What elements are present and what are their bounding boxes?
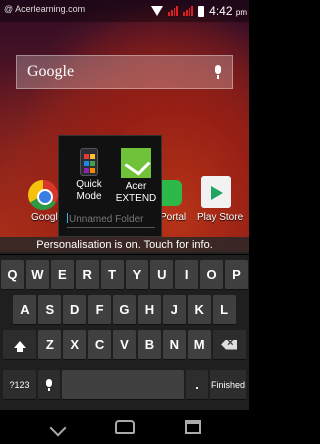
notification-text: @ Acerlearning.com (4, 4, 86, 14)
key-k[interactable]: K (187, 295, 211, 325)
keyboard-row-1: Q W E R T Y U I O P (0, 260, 249, 290)
google-logo-text: Google (27, 63, 75, 80)
key-w[interactable]: W (25, 260, 49, 290)
acer-extend-label-line2: EXTEND (115, 193, 157, 204)
key-h[interactable]: H (137, 295, 161, 325)
key-m[interactable]: M (187, 330, 211, 360)
key-v[interactable]: V (113, 330, 136, 360)
key-g[interactable]: G (113, 295, 136, 325)
period-key[interactable]: . (186, 370, 208, 400)
chrome-app-label: Googl (31, 212, 58, 223)
battery-icon (198, 5, 205, 17)
key-e[interactable]: E (50, 260, 74, 290)
backspace-icon (221, 339, 238, 350)
clock: 4:42 pm (209, 4, 247, 18)
portal-app-label: Portal (160, 212, 187, 223)
key-f[interactable]: F (88, 295, 112, 325)
key-o[interactable]: O (200, 260, 224, 290)
key-u[interactable]: U (150, 260, 174, 290)
key-b[interactable]: B (137, 330, 161, 360)
play-store-app-icon[interactable] (201, 176, 231, 208)
folder-popup: Quick Mode Acer EXTEND Unnamed Folder (58, 135, 162, 237)
quick-mode-icon (80, 148, 98, 176)
shift-arrow-icon (13, 341, 26, 352)
symbols-key[interactable]: ?123 (3, 370, 36, 400)
key-c[interactable]: C (88, 330, 112, 360)
signal-2-icon (183, 6, 194, 16)
delete-key[interactable] (212, 330, 246, 360)
key-a[interactable]: A (13, 295, 37, 325)
quick-mode-label-line1: Quick (76, 179, 102, 190)
navigation-bar (0, 410, 249, 444)
key-p[interactable]: P (225, 260, 248, 290)
folder-name-input[interactable]: Unnamed Folder (67, 213, 155, 228)
finished-key[interactable]: Finished (210, 370, 246, 400)
key-n[interactable]: N (162, 330, 186, 360)
acer-extend-label-line1: Acer (125, 181, 147, 192)
keyboard-row-3: Z X C V B N M (0, 330, 249, 360)
key-j[interactable]: J (162, 295, 186, 325)
keyboard: Q W E R T Y U I O P A S D F G H J K L Z … (0, 255, 249, 410)
key-s[interactable]: S (38, 295, 62, 325)
voice-input-key[interactable] (38, 370, 60, 400)
key-t[interactable]: T (100, 260, 124, 290)
quick-mode-label-line2: Mode (76, 191, 102, 202)
recent-apps-icon[interactable] (185, 420, 201, 434)
play-store-app-label: Play Store (197, 212, 244, 223)
back-icon[interactable] (49, 419, 67, 437)
keyboard-row-2: A S D F G H J K L (0, 295, 249, 325)
key-y[interactable]: Y (125, 260, 149, 290)
text-cursor (67, 213, 68, 223)
key-i[interactable]: I (175, 260, 199, 290)
key-z[interactable]: Z (38, 330, 62, 360)
folder-app-quick-mode[interactable]: Quick Mode (66, 148, 112, 203)
google-search-bar[interactable]: Google (16, 55, 233, 89)
status-bar: @ Acerlearning.com 4:42 pm (0, 0, 249, 22)
key-d[interactable]: D (63, 295, 87, 325)
shift-key[interactable] (3, 330, 37, 360)
folder-app-acer-extend[interactable]: Acer EXTEND (113, 148, 159, 205)
signal-icon (168, 6, 179, 16)
keyboard-row-4: ?123 . Finished (0, 370, 249, 400)
chrome-app-icon[interactable] (28, 180, 58, 210)
wifi-icon (151, 6, 164, 16)
key-x[interactable]: X (63, 330, 87, 360)
key-l[interactable]: L (212, 295, 236, 325)
mic-icon[interactable] (214, 65, 222, 79)
personalisation-banner[interactable]: Personalisation is on. Touch for info. (0, 237, 249, 254)
home-icon[interactable] (115, 420, 135, 434)
acer-extend-icon (121, 148, 151, 178)
key-q[interactable]: Q (1, 260, 24, 290)
key-r[interactable]: R (75, 260, 99, 290)
mic-icon (46, 378, 52, 391)
folder-name-placeholder: Unnamed Folder (69, 214, 144, 225)
space-key[interactable] (62, 370, 184, 400)
